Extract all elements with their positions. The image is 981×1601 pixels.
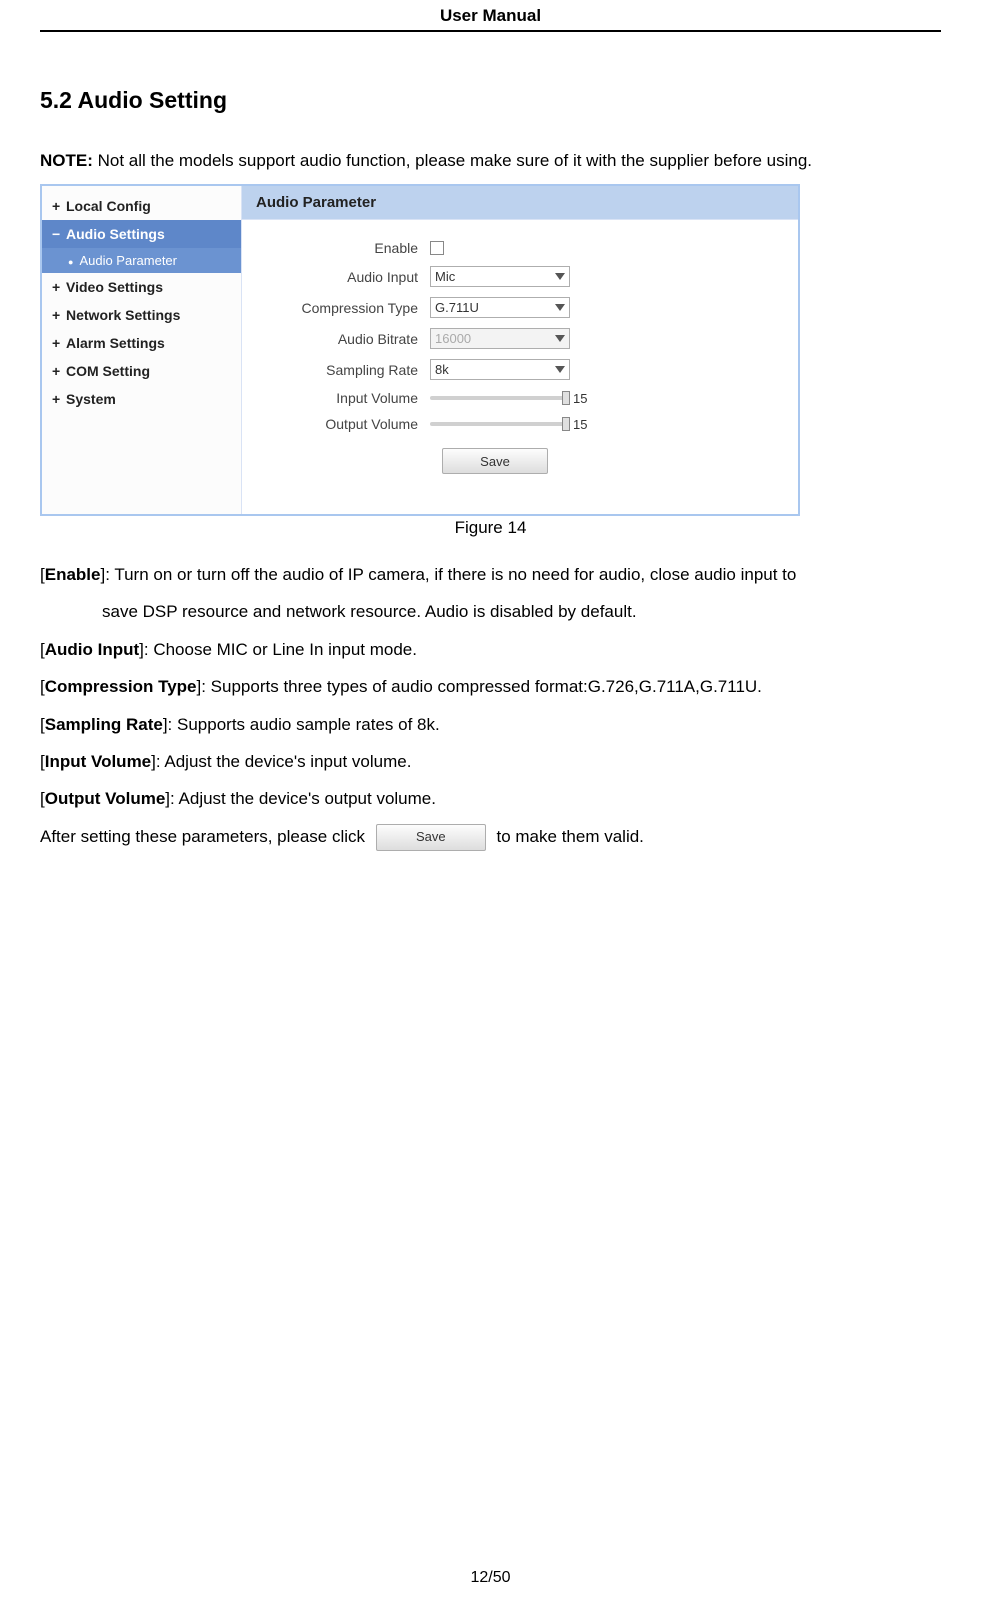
sampling-rate-value: 8k [435,362,449,377]
desc-sampling-text: ]: Supports audio sample rates of 8k. [163,715,440,734]
compression-type-select[interactable]: G.711U [430,297,570,318]
sidebar-item-system[interactable]: +System [42,385,241,413]
input-volume-label: Input Volume [260,390,430,406]
sidebar-sub-label: Audio Parameter [79,253,177,268]
sidebar-item-label: COM Setting [66,363,150,379]
bullet-icon: ● [68,257,73,267]
desc-output-volume-text: ]: Adjust the device's output volume. [165,789,436,808]
audio-input-select[interactable]: Mic [430,266,570,287]
sampling-rate-select[interactable]: 8k [430,359,570,380]
desc-after-text2: to make them valid. [497,827,644,846]
sampling-rate-label: Sampling Rate [260,362,430,378]
enable-label: Enable [260,240,430,256]
page-header: User Manual [40,0,941,32]
desc-output-volume-key: Output Volume [45,789,166,808]
desc-input-volume-key: Input Volume [45,752,151,771]
sidebar-sub-audio-parameter[interactable]: ● Audio Parameter [42,248,241,273]
audio-bitrate-label: Audio Bitrate [260,331,430,347]
desc-after-text1: After setting these parameters, please c… [40,827,370,846]
desc-audio-input-key: Audio Input [45,640,139,659]
note-text: Not all the models support audio functio… [93,151,812,170]
panel-title: Audio Parameter [242,186,798,220]
input-volume-value: 15 [573,391,587,406]
compression-type-label: Compression Type [260,300,430,316]
audio-bitrate-select[interactable]: 16000 [430,328,570,349]
desc-enable-text2: save DSP resource and network resource. … [102,602,637,621]
sidebar-item-network-settings[interactable]: +Network Settings [42,301,241,329]
plus-icon: + [52,198,66,214]
plus-icon: + [52,335,66,351]
plus-icon: + [52,363,66,379]
plus-icon: + [52,307,66,323]
input-volume-slider[interactable] [430,396,565,400]
minus-icon: − [52,226,66,242]
slider-thumb[interactable] [562,391,570,405]
figure-caption: Figure 14 [40,518,941,538]
desc-audio-input-text: ]: Choose MIC or Line In input mode. [139,640,417,659]
desc-input-volume-text: ]: Adjust the device's input volume. [151,752,411,771]
description-block: [Enable]: Turn on or turn off the audio … [40,556,941,855]
desc-enable-text: ]: Turn on or turn off the audio of IP c… [100,565,796,584]
sidebar-item-label: Audio Settings [66,226,165,242]
chevron-down-icon [555,273,565,280]
page-number: 12/50 [0,1569,981,1587]
chevron-down-icon [555,335,565,342]
sidebar-item-label: System [66,391,116,407]
sidebar-item-video-settings[interactable]: +Video Settings [42,273,241,301]
audio-input-label: Audio Input [260,269,430,285]
sidebar-item-label: Alarm Settings [66,335,165,351]
sidebar: +Local Config −Audio Settings ●Audio Par… [42,186,242,514]
compression-type-value: G.711U [435,300,479,315]
chevron-down-icon [555,366,565,373]
chevron-down-icon [555,304,565,311]
output-volume-label: Output Volume [260,416,430,432]
sidebar-item-label: Video Settings [66,279,163,295]
sidebar-item-com-setting[interactable]: +COM Setting [42,357,241,385]
slider-thumb[interactable] [562,417,570,431]
plus-icon: + [52,279,66,295]
main-panel: Audio Parameter Enable Audio Input Mic [242,186,798,514]
enable-checkbox[interactable] [430,241,444,255]
sidebar-item-label: Network Settings [66,307,180,323]
desc-compression-text: ]: Supports three types of audio compres… [197,677,762,696]
plus-icon: + [52,391,66,407]
audio-input-value: Mic [435,269,455,284]
desc-sampling-key: Sampling Rate [45,715,163,734]
sidebar-item-label: Local Config [66,198,151,214]
audio-bitrate-value: 16000 [435,331,471,346]
sidebar-item-audio-settings[interactable]: −Audio Settings [42,220,241,248]
figure-14: +Local Config −Audio Settings ●Audio Par… [40,184,941,538]
desc-enable-key: Enable [45,565,101,584]
inline-save-button[interactable]: Save [376,824,486,851]
section-title: 5.2 Audio Setting [40,87,941,114]
sidebar-item-alarm-settings[interactable]: +Alarm Settings [42,329,241,357]
output-volume-value: 15 [573,417,587,432]
note-label: NOTE: [40,151,93,170]
desc-compression-key: Compression Type [45,677,197,696]
output-volume-slider[interactable] [430,422,565,426]
note-paragraph: NOTE: Not all the models support audio f… [40,144,941,178]
save-button[interactable]: Save [442,448,548,474]
sidebar-item-local-config[interactable]: +Local Config [42,192,241,220]
